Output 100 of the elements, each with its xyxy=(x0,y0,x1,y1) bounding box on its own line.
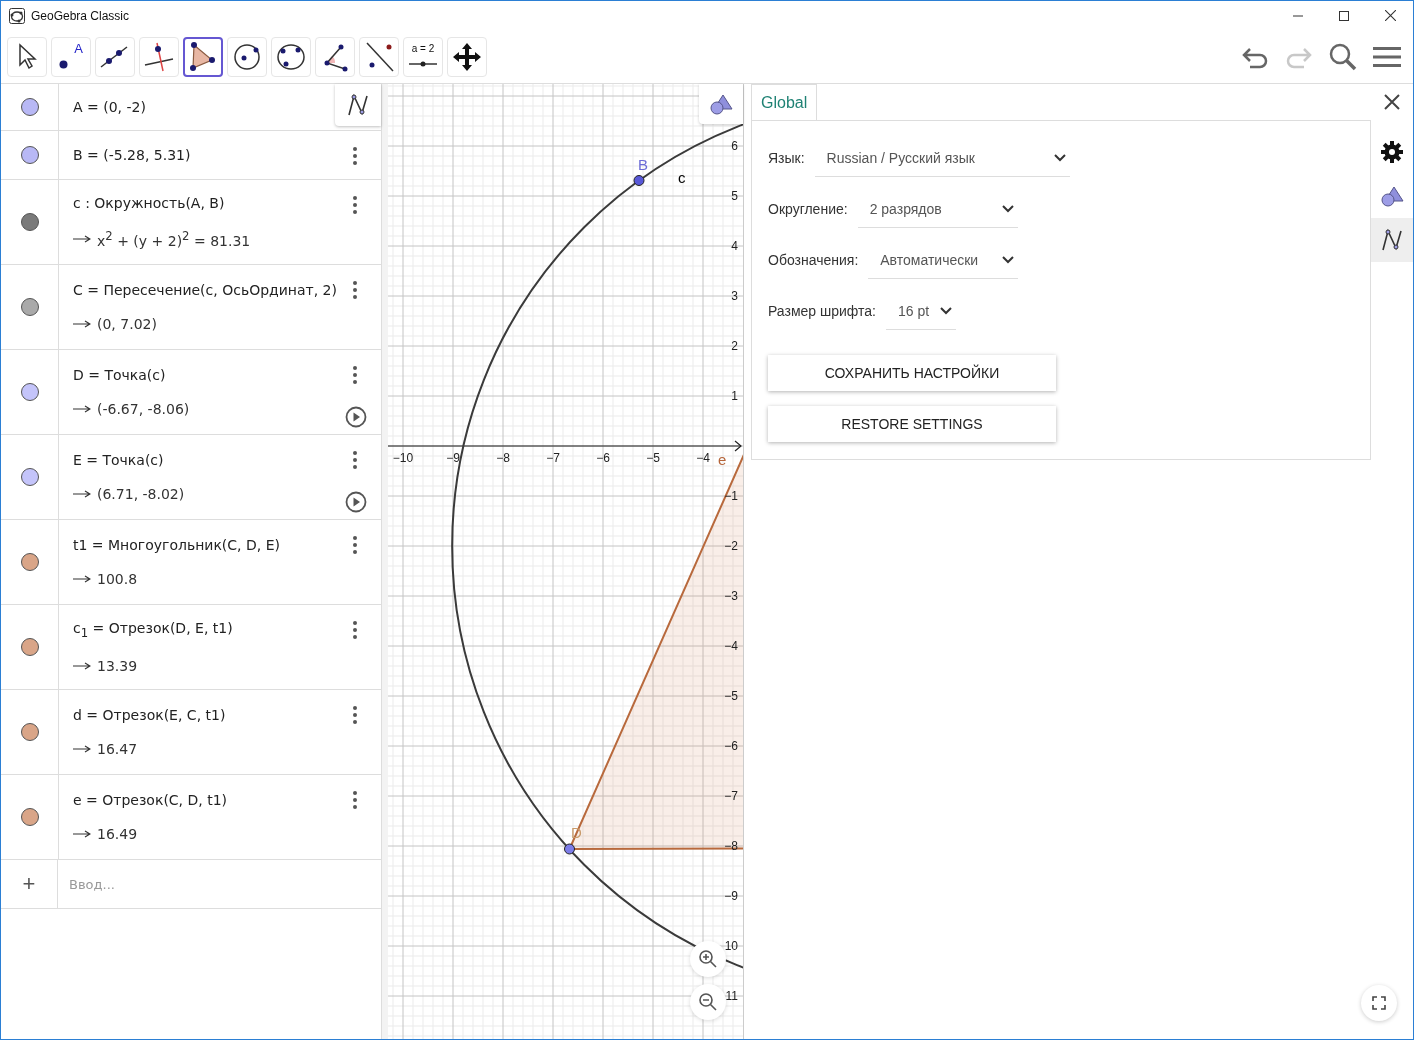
visibility-dot[interactable] xyxy=(20,383,39,401)
add-button[interactable]: + xyxy=(1,860,58,908)
axis-tick-label: 1 xyxy=(731,389,738,403)
style-bar-button[interactable] xyxy=(699,84,743,124)
axis-tick-label: −2 xyxy=(724,539,738,553)
axis-tick-label: −10 xyxy=(392,451,414,465)
axis-tick-label: 6 xyxy=(731,139,738,153)
slider-icon xyxy=(408,60,438,67)
visibility-dot[interactable] xyxy=(20,723,39,741)
input-field[interactable]: Ввод... xyxy=(58,860,381,908)
zoom-out-button[interactable] xyxy=(690,984,726,1020)
object-label: c xyxy=(678,169,686,186)
object-label: e xyxy=(718,451,727,468)
visibility-dot[interactable] xyxy=(20,98,39,116)
definition-text: e = Отрезок(C, D, t1) xyxy=(73,792,228,808)
visibility-dot[interactable] xyxy=(20,146,39,164)
close-icon xyxy=(1384,93,1400,110)
axis-tick-label: −7 xyxy=(724,789,738,803)
field-label: Размер шрифта: xyxy=(768,303,876,319)
tool-label: a = 2 xyxy=(411,42,435,54)
zoom-out-icon xyxy=(698,992,718,1012)
tool-label: A xyxy=(74,40,83,56)
visibility-dot[interactable] xyxy=(20,553,39,571)
play-icon xyxy=(345,491,367,513)
dropdown[interactable]: 16 pt xyxy=(886,292,956,330)
definition-text: c$_{1}$ = Отрезок(D, E, t1) xyxy=(73,620,233,640)
play-button[interactable] xyxy=(345,406,367,428)
visibility-dot[interactable] xyxy=(20,468,39,486)
field-label: Округление: xyxy=(768,201,848,217)
dropdown[interactable]: Russian / Русский язык xyxy=(814,139,1070,177)
axis-tick-label: 2 xyxy=(731,339,738,353)
fullscreen-button[interactable] xyxy=(1361,985,1397,1021)
tool-button[interactable] xyxy=(183,36,223,77)
axis-tick-label: −9 xyxy=(446,451,460,465)
graph-curve-icon xyxy=(346,93,370,117)
visibility-dot[interactable] xyxy=(20,298,39,316)
axis-tick-label: −8 xyxy=(496,451,510,465)
visibility-dot[interactable] xyxy=(20,213,39,231)
zoom-in-button[interactable] xyxy=(690,941,726,977)
visibility-dot[interactable] xyxy=(20,808,39,826)
fullscreen-icon xyxy=(1372,996,1386,1010)
output-value: (0, 7.02) xyxy=(97,316,157,332)
graph-curve-icon xyxy=(1380,228,1404,252)
settings-tab[interactable]: Global xyxy=(751,84,818,120)
chevron-down-icon xyxy=(940,306,952,315)
point-icon xyxy=(58,60,68,69)
definition-text: t1 = Многоугольник(C, D, E) xyxy=(73,537,280,553)
shapes-icon xyxy=(1380,185,1404,207)
chevron-down-icon xyxy=(1001,204,1014,213)
point xyxy=(633,175,645,186)
dropdown[interactable]: 2 разрядов xyxy=(857,190,1018,228)
arrow-icon xyxy=(73,405,91,413)
axis-tick-label: −6 xyxy=(724,739,738,753)
arrow-icon xyxy=(73,490,91,498)
axis-tick-label: 4 xyxy=(731,239,738,253)
close-icon xyxy=(1384,10,1396,21)
field-label: Язык: xyxy=(768,150,805,166)
arrow-icon xyxy=(73,830,91,838)
chevron-down-icon xyxy=(1002,255,1015,264)
axis-tick-label: −4 xyxy=(696,451,710,465)
output-value: 13.39 xyxy=(97,657,138,674)
output-value: 16.47 xyxy=(97,741,138,757)
definition-text: A = (0, -2) xyxy=(73,99,146,115)
style-bar-button[interactable] xyxy=(335,84,381,126)
arrow-icon xyxy=(73,745,91,753)
play-icon xyxy=(345,406,367,428)
visibility-dot[interactable] xyxy=(20,638,39,656)
axis-tick-label: 3 xyxy=(731,289,738,303)
field-label: Обозначения: xyxy=(768,252,859,268)
zoom-in-icon xyxy=(698,949,718,969)
definition-text: B = (-5.28, 5.31) xyxy=(73,147,191,163)
point xyxy=(564,843,575,855)
settings-category-tab[interactable] xyxy=(1371,218,1413,262)
definition-text: c : Окружность(A, B) xyxy=(73,195,225,212)
play-button[interactable] xyxy=(345,491,367,513)
shapes-icon xyxy=(709,93,733,115)
settings-button[interactable]: СОХРАНИТЬ НАСТРОЙКИ xyxy=(768,355,1056,391)
axis-tick-label: −4 xyxy=(724,639,738,653)
axis-tick-label: −9 xyxy=(724,889,738,903)
axis-tick-label: −5 xyxy=(646,451,660,465)
tool-button[interactable]: a = 2 xyxy=(403,36,443,77)
settings-icon xyxy=(1381,141,1403,163)
tool-button[interactable]: A xyxy=(51,36,91,77)
definition-text: E = Точка(c) xyxy=(73,452,164,468)
output-value: x$^{2}$ + (y + 2)$^{2}$ = 81.31 xyxy=(97,229,251,249)
axis-tick-label: −6 xyxy=(596,451,610,465)
maximize-icon xyxy=(1339,10,1349,21)
axis-tick-label: −3 xyxy=(724,589,738,603)
menu-icon xyxy=(1373,44,1401,69)
chevron-down-icon xyxy=(1053,153,1066,162)
definition-text: d = Отрезок(E, C, t1) xyxy=(73,707,226,723)
settings-button[interactable]: RESTORE SETTINGS xyxy=(768,406,1056,442)
arrow-icon xyxy=(73,661,91,670)
output-value: 16.49 xyxy=(97,826,138,842)
arrow-icon xyxy=(73,235,91,243)
axis-tick-label: −7 xyxy=(546,451,560,465)
output-value: (6.71, -8.02) xyxy=(97,486,185,502)
output-value: 100.8 xyxy=(97,571,138,587)
output-value: (-6.67, -8.06) xyxy=(97,401,190,417)
dropdown[interactable]: Автоматически xyxy=(868,241,1019,279)
